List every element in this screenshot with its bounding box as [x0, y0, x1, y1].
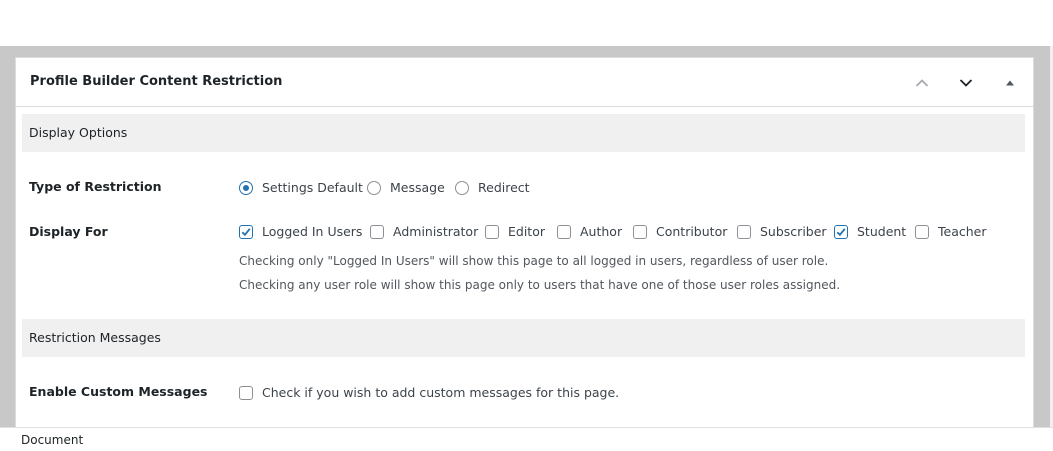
- checkbox-input-contributor[interactable]: [633, 224, 647, 239]
- checkbox-subscriber[interactable]: Subscriber: [737, 224, 827, 239]
- content-restriction-metabox: Profile Builder Content Restriction Disp…: [15, 57, 1034, 427]
- checkbox-input-logged-in-users[interactable]: [239, 224, 253, 239]
- display-options-heading: Display Options: [22, 114, 1025, 152]
- radio-label: Settings Default: [262, 180, 363, 195]
- checkmark-icon: [836, 227, 846, 236]
- checkmark-icon: [241, 227, 251, 236]
- chevron-up-icon: [915, 79, 929, 87]
- checkbox-input-editor[interactable]: [485, 224, 499, 239]
- type-of-restriction-label: Type of Restriction: [29, 179, 162, 194]
- checkbox-teacher[interactable]: Teacher: [915, 224, 987, 239]
- radio-redirect[interactable]: Redirect: [455, 180, 530, 195]
- checkbox-administrator[interactable]: Administrator: [370, 224, 478, 239]
- restriction-messages-heading: Restriction Messages: [22, 319, 1025, 357]
- editor-footer-breadcrumb: Document: [0, 427, 1053, 451]
- checkbox-label: Administrator: [393, 224, 479, 239]
- checkbox-label: Check if you wish to add custom messages…: [262, 385, 620, 400]
- checkbox-input-author[interactable]: [557, 224, 571, 239]
- restriction-messages-heading-text: Restriction Messages: [29, 330, 161, 345]
- enable-custom-messages-label: Enable Custom Messages: [29, 384, 208, 399]
- checkbox-input-teacher[interactable]: [915, 224, 929, 239]
- checkbox-logged-in-users[interactable]: Logged In Users: [239, 224, 362, 239]
- checkbox-label: Logged In Users: [262, 224, 363, 239]
- radio-label: Message: [390, 180, 445, 195]
- checkbox-label: Author: [580, 224, 623, 239]
- radio-input-settings-default[interactable]: [239, 180, 253, 195]
- checkbox-label: Editor: [508, 224, 545, 239]
- move-down-button[interactable]: [954, 71, 978, 95]
- radio-message[interactable]: Message: [367, 180, 445, 195]
- display-for-help-1: Checking only "Logged In Users" will sho…: [239, 254, 829, 268]
- move-up-button[interactable]: [910, 71, 934, 95]
- top-area: [0, 0, 1053, 46]
- checkbox-author[interactable]: Author: [557, 224, 622, 239]
- checkbox-label: Student: [857, 224, 907, 239]
- checkbox-input-student[interactable]: [834, 224, 848, 239]
- checkbox-label: Teacher: [938, 224, 987, 239]
- radio-settings-default[interactable]: Settings Default: [239, 180, 363, 195]
- checkbox-student[interactable]: Student: [834, 224, 906, 239]
- radio-input-redirect[interactable]: [455, 180, 469, 195]
- display-for-label: Display For: [29, 224, 108, 239]
- triangle-up-icon: [1006, 80, 1014, 86]
- checkbox-editor[interactable]: Editor: [485, 224, 545, 239]
- radio-label: Redirect: [478, 180, 530, 195]
- display-for-help-2: Checking any user role will show this pa…: [239, 278, 841, 292]
- chevron-down-icon: [959, 79, 973, 87]
- checkbox-label: Subscriber: [760, 224, 827, 239]
- checkbox-label: Contributor: [656, 224, 728, 239]
- breadcrumb-document[interactable]: Document: [21, 433, 83, 447]
- checkbox-enable-custom-messages[interactable]: Check if you wish to add custom messages…: [239, 385, 619, 400]
- metabox-header: Profile Builder Content Restriction: [16, 58, 1033, 107]
- radio-input-message[interactable]: [367, 180, 381, 195]
- checkbox-input-subscriber[interactable]: [737, 224, 751, 239]
- display-options-heading-text: Display Options: [29, 125, 128, 140]
- checkbox-input-administrator[interactable]: [370, 224, 384, 239]
- checkbox-contributor[interactable]: Contributor: [633, 224, 727, 239]
- checkbox-input-enable-custom-messages[interactable]: [239, 385, 253, 400]
- metabox-title: Profile Builder Content Restriction: [30, 74, 283, 89]
- toggle-panel-button[interactable]: [998, 71, 1022, 95]
